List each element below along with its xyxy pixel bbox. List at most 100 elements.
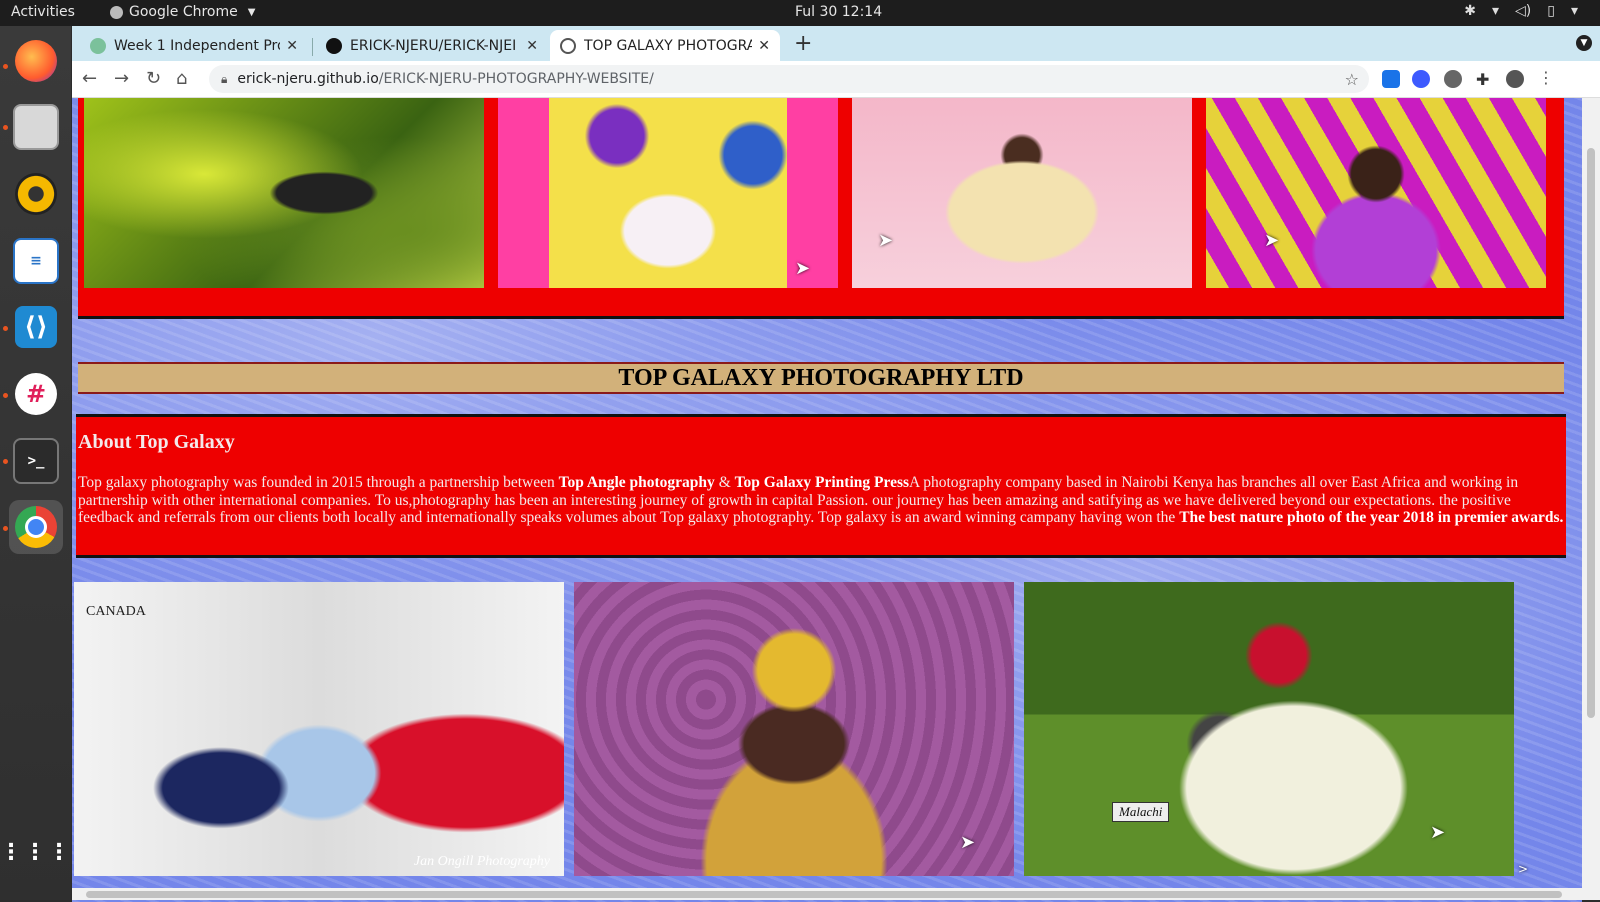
license-plate: Malachi: [1112, 802, 1170, 822]
back-button[interactable]: ←: [82, 68, 97, 89]
dock-rhythmbox[interactable]: [9, 167, 63, 221]
puzzle-icon[interactable]: ✚: [1476, 70, 1494, 89]
close-icon[interactable]: ✕: [758, 38, 770, 54]
page-viewport: ➤ ➤ ➤ TOP GALAXY PHOTOGRAPHY LTD About T…: [72, 98, 1582, 902]
about-bold: The best nature photo of the year 2018 i…: [1179, 509, 1564, 526]
document-icon: ≡: [13, 238, 59, 284]
terminal-icon: >_: [13, 438, 59, 484]
tab-search-button[interactable]: ▼: [1576, 35, 1592, 51]
translate-extension-icon[interactable]: [1382, 70, 1400, 88]
cursor-arrow-icon: ➤: [960, 832, 976, 853]
clock[interactable]: Ful 30 12:14: [795, 4, 882, 20]
running-indicator: [3, 64, 8, 69]
running-indicator: [3, 393, 8, 398]
about-text: &: [714, 474, 735, 491]
about-bold: Top Galaxy Printing Press: [734, 474, 910, 491]
grid-icon: ⋮⋮⋮: [0, 840, 72, 865]
wifi-icon: ▾: [1491, 3, 1500, 19]
toddler-sofa-photo: [852, 98, 1192, 288]
browser-window: Week 1 Independent Proje ✕ ERICK-NJERU/E…: [72, 26, 1600, 902]
vertical-scrollbar[interactable]: [1582, 98, 1600, 888]
cursor-arrow-icon: ➤: [878, 230, 894, 251]
dock-firefox[interactable]: [9, 34, 63, 88]
about-section: About Top Galaxy Top galaxy photography …: [76, 414, 1566, 558]
birthday-girl-photo: [498, 98, 838, 288]
chevron-down-icon: ▾: [1570, 3, 1578, 19]
dock-terminal[interactable]: >_: [9, 434, 63, 488]
github-icon: [326, 37, 342, 54]
bottom-gallery: CANADA Jan Ongill Photography Malachi ➤ …: [74, 582, 1574, 878]
reload-button[interactable]: ↻: [146, 68, 161, 89]
show-apps-button[interactable]: ⋮⋮⋮: [0, 826, 72, 880]
app-menu-label: Google Chrome: [129, 4, 238, 20]
tab-title: ERICK-NJERU/ERICK-NJEI: [350, 37, 517, 54]
tray-app-icon: ✱: [1464, 3, 1476, 19]
profile-avatar[interactable]: [1506, 70, 1524, 88]
horizontal-scrollbar[interactable]: [72, 888, 1600, 900]
slack-icon: #: [15, 373, 57, 415]
url-path: /ERICK-NJERU-PHOTOGRAPHY-WEBSITE/: [378, 71, 654, 87]
photographer-photo: [84, 98, 484, 288]
address-bar[interactable]: 🔒︎ erick-njeru.github.io /ERICK-NJERU-PH…: [209, 65, 1369, 93]
dock: ≡ ⟨⟩ # >_ ⋮⋮⋮: [0, 26, 71, 900]
menu-icon[interactable]: ⋮: [1538, 68, 1554, 87]
bookmark-star-icon[interactable]: ☆: [1345, 70, 1359, 89]
running-indicator: [3, 326, 8, 331]
firefox-icon: [15, 40, 57, 82]
scrollbar-thumb[interactable]: [86, 891, 1562, 898]
chevron-down-icon: ▼: [247, 6, 256, 18]
dock-files[interactable]: [9, 100, 63, 154]
dock-vscode[interactable]: ⟨⟩: [9, 300, 63, 354]
baby-purple-photo: [1206, 98, 1546, 288]
tab-week1[interactable]: Week 1 Independent Proje ✕: [80, 30, 308, 61]
running-indicator: [3, 125, 8, 130]
photo-watermark: CANADA: [86, 604, 146, 619]
running-indicator: [3, 459, 8, 464]
chrome-icon-center: [25, 516, 47, 538]
tab-github[interactable]: ERICK-NJERU/ERICK-NJEI ✕: [316, 30, 548, 61]
system-tray[interactable]: ✱ ▾ ◁) ▯ ▾: [1464, 3, 1578, 19]
next-slide-arrow[interactable]: >: [1518, 862, 1528, 876]
vscode-icon: ⟨⟩: [15, 306, 57, 348]
tab-top-galaxy[interactable]: TOP GALAXY PHOTOGRA ✕: [550, 30, 780, 61]
about-text: Top galaxy photography was founded in 20…: [78, 474, 559, 491]
dock-chrome[interactable]: [9, 500, 63, 554]
photo-signature: Jan Ongill Photography: [413, 854, 550, 869]
top-gallery: ➤ ➤ ➤: [78, 98, 1564, 319]
app-menu[interactable]: Google Chrome ▼: [110, 4, 255, 20]
about-bold: Top Angle photography: [558, 474, 715, 491]
tab-title: Week 1 Independent Proje: [114, 37, 281, 54]
about-paragraph: Top galaxy photography was founded in 20…: [78, 474, 1564, 527]
files-icon: [13, 104, 59, 150]
globe-icon: [560, 37, 576, 54]
system-top-bar: Activities Google Chrome ▼ Ful 30 12:14 …: [0, 0, 1600, 26]
running-indicator: [3, 526, 8, 531]
extension-icon[interactable]: [1444, 70, 1462, 88]
url-host: erick-njeru.github.io: [237, 71, 379, 87]
extension-icon[interactable]: [1412, 70, 1430, 88]
dock-writer[interactable]: ≡: [9, 234, 63, 288]
cursor-arrow-icon: ➤: [1264, 230, 1280, 251]
dock-slack[interactable]: #: [9, 367, 63, 421]
about-heading: About Top Galaxy: [78, 431, 235, 453]
tab-strip: Week 1 Independent Proje ✕ ERICK-NJERU/E…: [72, 26, 1600, 61]
tab-divider: [312, 38, 313, 56]
cursor-arrow-icon: ➤: [1430, 822, 1446, 843]
home-button[interactable]: ⌂: [176, 68, 187, 89]
company-banner: TOP GALAXY PHOTOGRAPHY LTD: [78, 362, 1564, 394]
forward-button[interactable]: →: [114, 68, 129, 89]
battery-icon: ▯: [1547, 3, 1555, 19]
lock-icon: 🔒︎: [221, 71, 228, 86]
cursor-arrow-icon: ➤: [795, 258, 811, 279]
close-icon[interactable]: ✕: [526, 38, 538, 54]
chrome-app-icon: [110, 5, 123, 19]
tab-favicon: [90, 37, 106, 54]
tab-title: TOP GALAXY PHOTOGRA: [584, 37, 753, 54]
volume-icon: ◁): [1515, 3, 1532, 19]
chrome-icon: [15, 506, 57, 548]
activities-button[interactable]: Activities: [11, 4, 75, 20]
woman-crown-photo: [574, 582, 1014, 876]
close-icon[interactable]: ✕: [286, 38, 298, 54]
scrollbar-thumb[interactable]: [1587, 148, 1595, 718]
new-tab-button[interactable]: +: [794, 31, 812, 56]
